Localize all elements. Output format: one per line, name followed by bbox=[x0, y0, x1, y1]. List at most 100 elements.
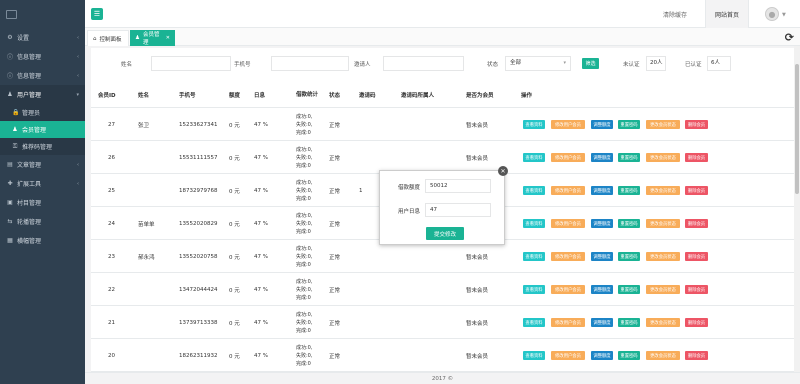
sidebar-item[interactable]: ▤ 文章管理 ‹ bbox=[0, 155, 85, 174]
change-status-button[interactable]: 更改会员状态 bbox=[646, 153, 680, 162]
sidebar-subitem[interactable]: ⚿ 推荐码管理 bbox=[0, 138, 85, 155]
sidebar-item[interactable]: ⇆ 轮播管理 bbox=[0, 212, 85, 231]
cell-phone: 13552020829 bbox=[179, 220, 218, 227]
scrollbar[interactable] bbox=[794, 46, 800, 372]
delete-member-button[interactable]: 删除会员 bbox=[685, 252, 708, 261]
edit-member-button[interactable]: 修改用户会员 bbox=[551, 153, 585, 162]
scrollbar-thumb[interactable] bbox=[795, 64, 799, 194]
person-icon: ♟ bbox=[12, 126, 18, 133]
sidebar-subitem-label: 推荐码管理 bbox=[22, 144, 53, 151]
delete-member-button[interactable]: 删除会员 bbox=[685, 318, 708, 327]
view-profile-button[interactable]: 查看资料 bbox=[523, 120, 545, 129]
close-icon[interactable]: ✕ bbox=[498, 166, 508, 176]
column-header: 借款统计 bbox=[296, 91, 319, 98]
reset-password-button[interactable]: 重置密码 bbox=[618, 252, 640, 261]
status-select[interactable]: 全部 ▾ bbox=[505, 56, 571, 71]
tab-member-management[interactable]: ♟ 会员管理 ✕ bbox=[130, 30, 175, 46]
chevron-down-icon[interactable]: ▼ bbox=[782, 12, 786, 18]
view-profile-button[interactable]: 查看资料 bbox=[523, 153, 545, 162]
user-avatar-icon[interactable]: ● bbox=[765, 7, 779, 21]
adjust-limit-button[interactable]: 调整额度 bbox=[591, 219, 613, 228]
sidebar-item[interactable]: ⓘ 信息管理 ‹ bbox=[0, 66, 85, 85]
name-input[interactable] bbox=[151, 56, 231, 71]
site-home-link[interactable]: 网站首页 bbox=[705, 0, 749, 28]
sidebar-item[interactable]: ⚙ 设置 ‹ bbox=[0, 28, 85, 47]
reset-password-button[interactable]: 重置密码 bbox=[618, 186, 640, 195]
loan-stat-line: 完成:0 bbox=[296, 195, 311, 202]
change-status-button[interactable]: 更改会员状态 bbox=[646, 351, 680, 360]
delete-member-button[interactable]: 删除会员 bbox=[685, 219, 708, 228]
change-status-button[interactable]: 更改会员状态 bbox=[646, 219, 680, 228]
filter-button[interactable]: 筛选 bbox=[582, 58, 599, 69]
view-profile-button[interactable]: 查看资料 bbox=[523, 252, 545, 261]
delete-member-button[interactable]: 删除会员 bbox=[685, 351, 708, 360]
sidebar-subitem[interactable]: ♟ 会员管理 bbox=[0, 121, 85, 138]
change-status-button[interactable]: 更改会员状态 bbox=[646, 120, 680, 129]
reset-password-button[interactable]: 重置密码 bbox=[618, 153, 640, 162]
chevron-left-icon: ‹ bbox=[77, 161, 79, 168]
tab-control-panel[interactable]: ⌂ 控制面板 bbox=[87, 30, 129, 46]
chevron-left-icon: ‹ bbox=[77, 72, 79, 79]
delete-member-button[interactable]: 删除会员 bbox=[685, 153, 708, 162]
change-status-button[interactable]: 更改会员状态 bbox=[646, 252, 680, 261]
loan-stat-line: 完成:0 bbox=[296, 162, 311, 169]
edit-member-button[interactable]: 修改用户会员 bbox=[551, 351, 585, 360]
inviter-input[interactable] bbox=[383, 56, 464, 71]
view-profile-button[interactable]: 查看资料 bbox=[523, 318, 545, 327]
cell-rate: 47 % bbox=[254, 319, 268, 326]
delete-member-button[interactable]: 删除会员 bbox=[685, 120, 708, 129]
clear-cache-link[interactable]: 清除缓存 bbox=[652, 0, 698, 28]
refresh-icon[interactable]: ⟳ bbox=[785, 31, 794, 44]
person-icon: ♟ bbox=[135, 35, 140, 41]
cell-status: 正常 bbox=[329, 287, 341, 294]
topbar: ☰ 清除缓存 网站首页 ● ▼ bbox=[85, 0, 800, 28]
change-status-button[interactable]: 更改会员状态 bbox=[646, 186, 680, 195]
lock-icon: 🔒 bbox=[12, 109, 20, 116]
edit-member-button[interactable]: 修改用户会员 bbox=[551, 219, 585, 228]
reset-password-button[interactable]: 重置密码 bbox=[618, 318, 640, 327]
edit-member-button[interactable]: 修改用户会员 bbox=[551, 318, 585, 327]
change-status-button[interactable]: 更改会员状态 bbox=[646, 285, 680, 294]
reset-password-button[interactable]: 重置密码 bbox=[618, 219, 640, 228]
reset-password-button[interactable]: 重置密码 bbox=[618, 120, 640, 129]
adjust-limit-button[interactable]: 调整额度 bbox=[591, 351, 613, 360]
cell-name: 苗单单 bbox=[138, 221, 155, 228]
sidebar-item[interactable]: ♟ 用户管理 ▾ bbox=[0, 85, 85, 104]
view-profile-button[interactable]: 查看资料 bbox=[523, 285, 545, 294]
reset-password-button[interactable]: 重置密码 bbox=[618, 351, 640, 360]
sidebar-subitem[interactable]: 🔒 管理员 bbox=[0, 104, 85, 121]
name-label: 姓名 bbox=[121, 62, 133, 68]
rate-input[interactable]: 47 bbox=[425, 203, 491, 217]
submit-button[interactable]: 提交修改 bbox=[426, 227, 464, 240]
edit-member-button[interactable]: 修改用户会员 bbox=[551, 252, 585, 261]
phone-label: 手机号 bbox=[234, 62, 251, 68]
change-status-button[interactable]: 更改会员状态 bbox=[646, 318, 680, 327]
loan-stat-line: 成功:0, bbox=[296, 146, 313, 153]
phone-input[interactable] bbox=[271, 56, 349, 71]
view-profile-button[interactable]: 查看资料 bbox=[523, 219, 545, 228]
delete-member-button[interactable]: 删除会员 bbox=[685, 186, 708, 195]
loan-stat-line: 完成:0 bbox=[296, 294, 311, 301]
adjust-limit-button[interactable]: 调整额度 bbox=[591, 318, 613, 327]
adjust-limit-button[interactable]: 调整额度 bbox=[591, 186, 613, 195]
adjust-limit-button[interactable]: 调整额度 bbox=[591, 153, 613, 162]
hamburger-icon[interactable]: ☰ bbox=[91, 8, 103, 20]
edit-member-button[interactable]: 修改用户会员 bbox=[551, 186, 585, 195]
sidebar-item[interactable]: ⓘ 信息管理 ‹ bbox=[0, 47, 85, 66]
delete-member-button[interactable]: 删除会员 bbox=[685, 285, 708, 294]
sidebar-item[interactable]: ✚ 扩展工具 ‹ bbox=[0, 174, 85, 193]
adjust-limit-button[interactable]: 调整额度 bbox=[591, 285, 613, 294]
edit-member-button[interactable]: 修改用户会员 bbox=[551, 120, 585, 129]
sidebar-item[interactable]: ▦ 横幅管理 bbox=[0, 231, 85, 250]
cell-amount: 0 元 bbox=[229, 254, 240, 261]
adjust-limit-button[interactable]: 调整额度 bbox=[591, 252, 613, 261]
sidebar-item[interactable]: ▣ 村目管理 bbox=[0, 193, 85, 212]
reset-password-button[interactable]: 重置密码 bbox=[618, 285, 640, 294]
limit-input[interactable]: 50012 bbox=[425, 179, 491, 193]
view-profile-button[interactable]: 查看资料 bbox=[523, 186, 545, 195]
close-icon[interactable]: ✕ bbox=[166, 35, 170, 41]
filter-bar: 姓名 手机号 邀请人 状态 全部 ▾ 筛选 未认证 20人 已认证 6人 bbox=[91, 48, 796, 78]
adjust-limit-button[interactable]: 调整额度 bbox=[591, 120, 613, 129]
view-profile-button[interactable]: 查看资料 bbox=[523, 351, 545, 360]
edit-member-button[interactable]: 修改用户会员 bbox=[551, 285, 585, 294]
